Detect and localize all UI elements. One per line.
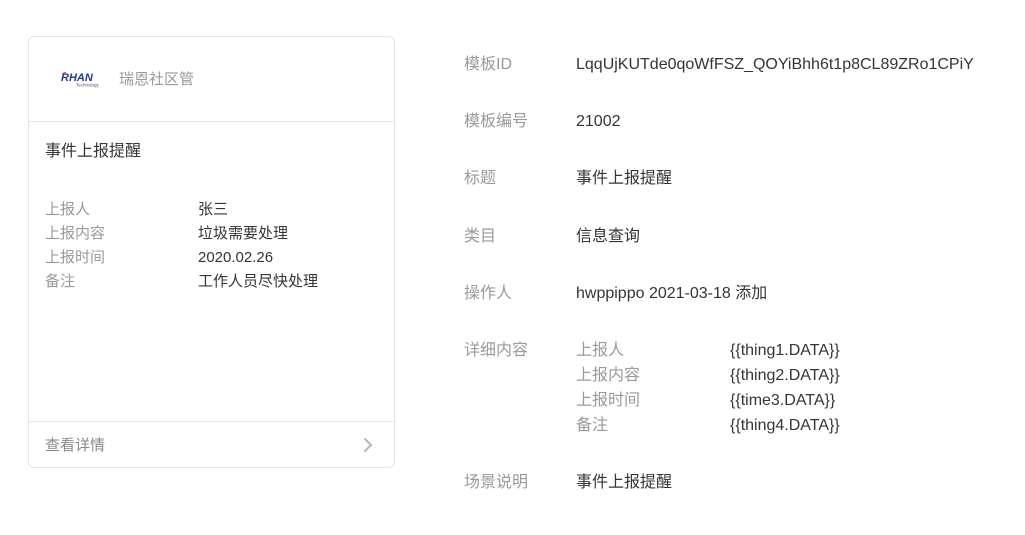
content-label: 详细内容 xyxy=(464,342,529,359)
content-item-value: {{thing1.DATA}} xyxy=(730,342,840,359)
scene-value: 事件上报提醒 xyxy=(576,474,673,491)
field-value: 垃圾需要处理 xyxy=(198,225,289,242)
category-label: 类目 xyxy=(464,228,497,245)
field-value: 张三 xyxy=(198,201,229,218)
field-row-remark: 备注 工作人员尽快处理 xyxy=(45,270,378,294)
content-item-label: 上报内容 xyxy=(576,367,641,384)
field-label: 上报内容 xyxy=(45,225,106,242)
category-value: 信息查询 xyxy=(576,228,641,245)
account-name: 瑞恩社区管 xyxy=(119,71,195,88)
chevron-right-icon xyxy=(364,438,372,452)
card-fields: 上报人 张三 上报内容 垃圾需要处理 上报时间 2020.02.26 备注 工作… xyxy=(45,198,378,294)
template-id-label: 模板ID xyxy=(464,56,513,73)
content-item-label: 上报人 xyxy=(576,342,625,359)
content-item-value: {{time3.DATA}} xyxy=(730,392,836,409)
field-value: 工作人员尽快处理 xyxy=(198,273,319,290)
card-title: 事件上报提醒 xyxy=(45,143,142,160)
template-no-label: 模板编号 xyxy=(464,113,529,130)
scene-label: 场景说明 xyxy=(464,474,529,491)
rhan-logo: RHAN Technology xyxy=(61,71,100,88)
logo-tagline-text: Technology xyxy=(76,83,100,88)
field-value: 2020.02.26 xyxy=(198,249,274,266)
field-label: 上报人 xyxy=(45,201,91,218)
view-details-link[interactable]: 查看详情 xyxy=(29,421,394,467)
title-label: 标题 xyxy=(464,170,497,187)
template-no-value: 21002 xyxy=(576,113,621,130)
field-row-time: 上报时间 2020.02.26 xyxy=(45,246,378,270)
content-item-label: 备注 xyxy=(576,417,609,434)
title-value: 事件上报提醒 xyxy=(576,170,673,187)
operator-value: hwppippo 2021-03-18 添加 xyxy=(576,285,768,302)
field-label: 上报时间 xyxy=(45,249,106,266)
card-header: RHAN Technology 瑞恩社区管 xyxy=(29,37,394,122)
template-preview-card: RHAN Technology 瑞恩社区管 事件上报提醒 上报人 张三 上报内容… xyxy=(28,36,395,468)
field-label: 备注 xyxy=(45,273,76,290)
content-item-value: {{thing4.DATA}} xyxy=(730,417,840,434)
view-details-label: 查看详情 xyxy=(45,437,106,454)
content-item-label: 上报时间 xyxy=(576,392,641,409)
content-item-value: {{thing2.DATA}} xyxy=(730,367,840,384)
template-id-value: LqqUjKUTde0qoWfFSZ_QOYiBhh6t1p8CL89ZRo1C… xyxy=(576,56,974,73)
operator-label: 操作人 xyxy=(464,285,513,302)
field-row-reporter: 上报人 张三 xyxy=(45,198,378,222)
field-row-content: 上报内容 垃圾需要处理 xyxy=(45,222,378,246)
